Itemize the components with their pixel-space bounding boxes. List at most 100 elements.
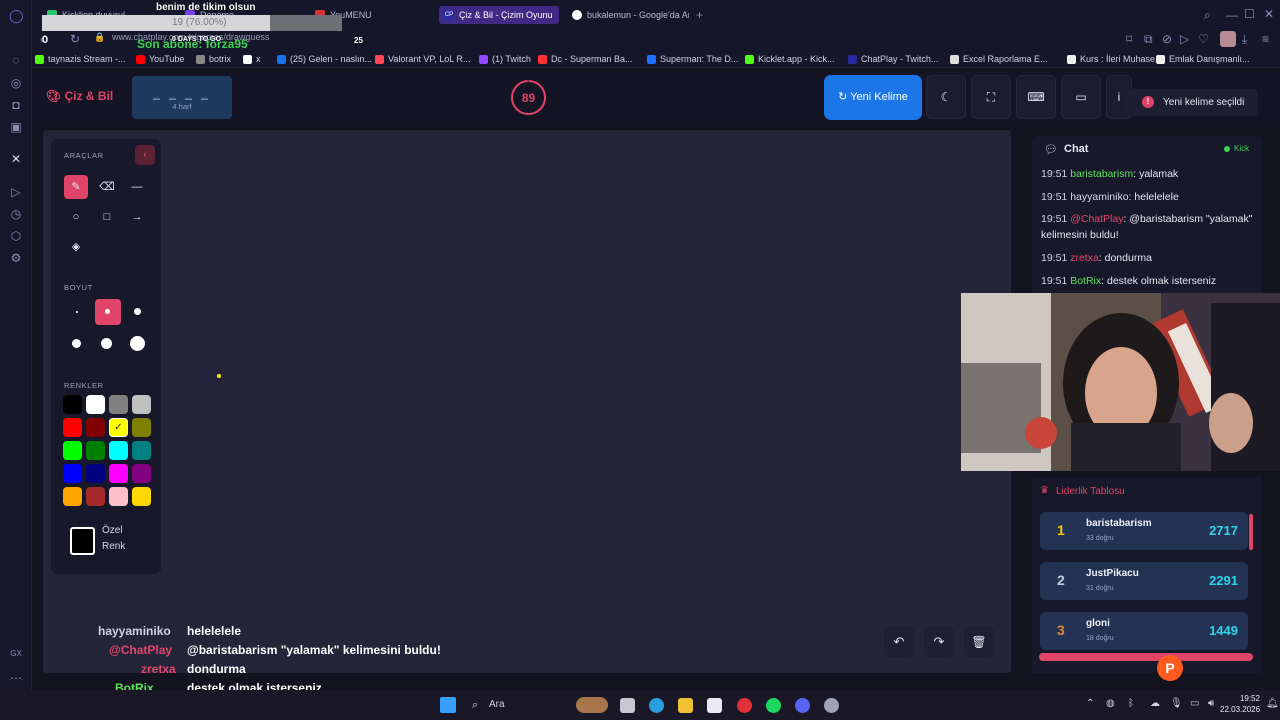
size-1[interactable] <box>76 311 78 313</box>
message-user[interactable]: zretxa <box>1070 252 1099 264</box>
rectangle-tool[interactable]: □ <box>95 205 119 229</box>
leaderboard-row[interactable]: 3 gloni 18 doğru 1449 <box>1040 612 1248 650</box>
tab-search-icon[interactable]: ⌕ <box>1204 9 1211 21</box>
more-icon[interactable]: ⋯ <box>9 672 23 684</box>
messenger-icon[interactable]: ◎ <box>9 77 23 89</box>
heart-icon[interactable]: ♡ <box>1198 33 1209 45</box>
color-swatch[interactable] <box>132 464 151 483</box>
size-3[interactable] <box>134 308 141 315</box>
bookmark-item[interactable]: Kicklet.app - Kick... <box>745 53 835 66</box>
spotify-icon[interactable] <box>766 698 781 713</box>
color-swatch[interactable] <box>63 464 82 483</box>
redo-button[interactable]: ↷ <box>924 627 954 657</box>
archive-button[interactable]: ▭ <box>1061 75 1101 119</box>
leaderboard-row[interactable]: 1 baristabarism 33 doğru 2717 <box>1040 512 1248 550</box>
arrow-tool[interactable]: → <box>125 205 149 229</box>
bookmark-item[interactable]: ChatPlay - Twitch... <box>848 53 938 66</box>
custom-color-swatch[interactable] <box>70 527 95 555</box>
tab-ciz-bil[interactable]: CP Çiz & Bil - Çizim Oyunu <box>439 6 559 24</box>
size-6[interactable] <box>130 336 145 351</box>
bookmark-item[interactable]: botrix <box>196 53 231 66</box>
settings-icon[interactable]: ⚙ <box>9 252 23 264</box>
tab-google[interactable]: bukalemun - Google'da Ar <box>567 6 689 24</box>
gx-icon[interactable]: GX <box>9 650 23 658</box>
x-icon[interactable]: ✕ <box>9 153 23 165</box>
clear-canvas-button[interactable]: 🗑︎ <box>964 627 994 657</box>
patreon-icon[interactable]: P <box>1157 655 1183 681</box>
close-icon[interactable]: ✕ <box>1264 8 1274 20</box>
bookmark-item[interactable]: Excel Raporlama E... <box>950 53 1048 66</box>
color-swatch[interactable] <box>86 487 105 506</box>
notifications-icon[interactable]: 🔔︎ <box>1266 698 1279 709</box>
bookmark-item[interactable]: x <box>243 53 261 66</box>
leaderboard-row[interactable]: 2 JustPikacu 31 doğru 2291 <box>1040 562 1248 600</box>
circle-tool[interactable]: ○ <box>64 205 88 229</box>
opera-logo-icon[interactable]: ◯ <box>9 9 24 22</box>
color-swatch[interactable] <box>86 464 105 483</box>
color-swatch[interactable] <box>109 441 128 460</box>
line-tool[interactable]: — <box>125 175 149 199</box>
color-swatch[interactable] <box>86 418 105 437</box>
menu-icon[interactable]: ≡ <box>1262 33 1269 45</box>
bluetooth-icon[interactable]: ᛒ <box>1128 698 1134 709</box>
bookmark-item[interactable]: taynazis Stream -... <box>35 53 126 66</box>
clock-time[interactable]: 19:52 <box>1226 694 1260 703</box>
color-swatch[interactable] <box>132 395 151 414</box>
color-swatch-selected[interactable]: ✓ <box>109 418 128 437</box>
fill-tool[interactable]: ◈ <box>64 235 88 259</box>
collapse-button[interactable]: ‹ <box>135 145 155 165</box>
bookmark-icon[interactable]: ⌑ <box>1126 33 1132 45</box>
color-swatch[interactable] <box>109 487 128 506</box>
keyboard-button[interactable]: ⌨ <box>1016 75 1056 119</box>
message-user[interactable]: @ChatPlay <box>1070 213 1123 225</box>
tray-chevron-icon[interactable]: ⌃ <box>1086 698 1094 709</box>
bookmark-item[interactable]: Valorant VP, LoL R... <box>375 53 470 66</box>
profile-avatar[interactable] <box>1220 31 1236 47</box>
player-icon[interactable]: ▷ <box>9 186 23 198</box>
message-user[interactable]: baristabarism <box>1070 168 1133 180</box>
task-view-icon[interactable] <box>620 698 635 713</box>
windows-start-icon[interactable] <box>440 697 456 713</box>
adblock-icon[interactable]: ⊘ <box>1162 33 1172 45</box>
tray-app-icon[interactable]: ◍ <box>1106 698 1115 709</box>
color-swatch[interactable] <box>63 395 82 414</box>
weather-widget-icon[interactable] <box>576 697 608 713</box>
bookmark-item[interactable]: Kurs : İleri Muhase... <box>1067 53 1163 66</box>
play-icon[interactable]: ▷ <box>1180 33 1189 45</box>
bookmark-item[interactable]: YouTube <box>136 53 184 66</box>
store-icon[interactable] <box>707 698 722 713</box>
discord-icon[interactable]: ◘ <box>9 99 23 111</box>
snapshot-icon[interactable]: ⧉ <box>1144 33 1153 45</box>
bookmark-item[interactable]: Emlak Danışmanlı... <box>1156 53 1250 66</box>
app-logo[interactable]: 🎨︎ Çiz & Bil <box>46 89 113 103</box>
color-swatch[interactable] <box>132 487 151 506</box>
color-swatch[interactable] <box>109 464 128 483</box>
undo-button[interactable]: ↶ <box>884 627 914 657</box>
opera-gx-icon[interactable] <box>737 698 752 713</box>
bookmark-item[interactable]: Dc - Superman Ba... <box>538 53 633 66</box>
message-user[interactable]: hayyaminiko <box>1070 191 1128 203</box>
drawing-canvas[interactable] <box>43 130 1011 673</box>
cloud-icon[interactable]: ☁ <box>1150 698 1160 709</box>
new-word-button[interactable]: ↻ Yeni Kelime <box>824 75 922 120</box>
brush-tool[interactable]: ✎ <box>64 175 88 199</box>
size-4[interactable] <box>72 339 81 348</box>
size-5[interactable] <box>101 338 112 349</box>
color-swatch[interactable] <box>63 418 82 437</box>
leaderboard-scrollbar[interactable] <box>1249 514 1253 550</box>
edge-icon[interactable] <box>649 698 664 713</box>
obs-icon[interactable] <box>824 698 839 713</box>
fullscreen-button[interactable]: ⛶ <box>971 75 1011 119</box>
bookmark-item[interactable]: (25) Gelen - naslın... <box>277 53 372 66</box>
discord-icon[interactable] <box>795 698 810 713</box>
clock-date[interactable]: 22.03.2026 <box>1220 705 1260 714</box>
message-user[interactable]: BotRix <box>1070 275 1101 287</box>
color-swatch[interactable] <box>132 418 151 437</box>
download-icon[interactable]: ⤓ <box>1242 33 1247 45</box>
color-swatch[interactable] <box>109 395 128 414</box>
eraser-tool[interactable]: ⌫ <box>95 175 119 199</box>
maximize-icon[interactable]: ☐ <box>1244 8 1255 20</box>
bookmark-item[interactable]: (1) Twitch <box>479 53 531 66</box>
extensions-icon[interactable]: ⬡ <box>9 230 23 242</box>
new-tab-icon[interactable]: + <box>696 9 703 21</box>
